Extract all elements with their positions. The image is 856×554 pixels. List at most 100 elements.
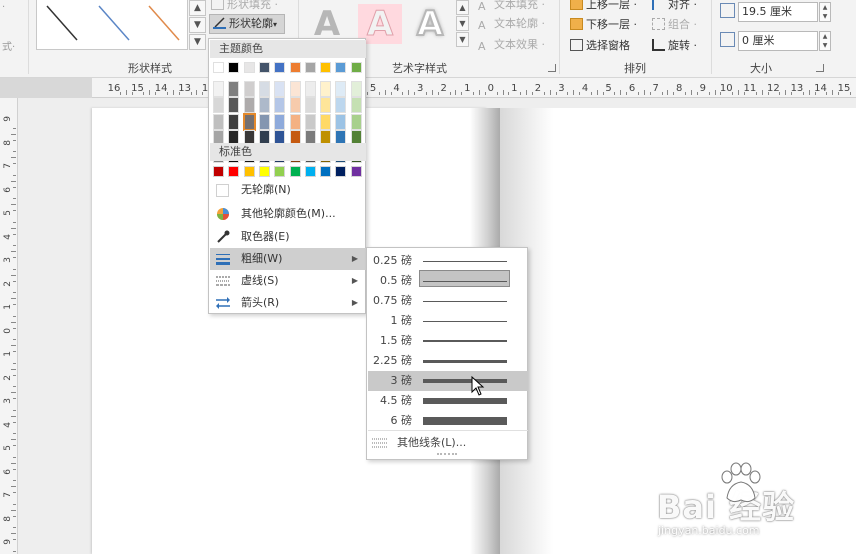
ruler-minor-tick <box>11 227 16 229</box>
standard-color-swatch[interactable] <box>335 166 347 177</box>
shape-fill-button[interactable]: 形状填充 · <box>211 0 278 14</box>
ruler-minor-tick <box>479 90 481 95</box>
theme-color-swatch[interactable] <box>213 80 224 97</box>
theme-color-swatch[interactable] <box>304 80 316 97</box>
theme-color-swatch[interactable] <box>243 80 255 97</box>
standard-color-swatch[interactable] <box>289 166 301 177</box>
weight-option[interactable]: 1 磅 <box>368 311 528 331</box>
standard-color-swatch[interactable] <box>274 166 286 177</box>
theme-color-swatch[interactable] <box>304 113 316 130</box>
theme-color-swatch[interactable] <box>213 113 224 130</box>
theme-color-swatch[interactable] <box>228 113 240 130</box>
standard-color-swatch[interactable] <box>258 166 270 177</box>
theme-color-swatch[interactable] <box>335 62 347 73</box>
theme-color-swatch[interactable] <box>335 97 347 113</box>
bring-forward-button[interactable]: 上移一层 · <box>570 0 637 14</box>
standard-color-swatch[interactable] <box>213 166 224 177</box>
eyedropper-item[interactable]: 取色器(E) <box>210 226 366 248</box>
theme-color-swatch[interactable] <box>243 97 255 113</box>
theme-color-swatch[interactable] <box>289 62 301 73</box>
theme-color-swatch[interactable] <box>258 80 270 97</box>
wordart-expand-button[interactable]: ▼ <box>456 32 469 47</box>
height-spinner[interactable]: ▲ ▼ <box>819 2 831 22</box>
more-outline-colors-item[interactable]: 其他轮廓颜色(M)... <box>210 203 366 225</box>
no-outline-item[interactable]: 无轮廓(N) <box>210 179 366 201</box>
resize-grip[interactable] <box>437 453 457 456</box>
shape-width-input[interactable]: 0 厘米 <box>738 31 818 51</box>
wordart-dialog-launcher[interactable] <box>548 64 556 72</box>
width-spinner[interactable]: ▲ ▼ <box>819 31 831 51</box>
dashes-item[interactable]: 虚线(S) ▶ <box>210 270 366 292</box>
gallery-scroll-up-button[interactable]: ▲ <box>189 0 206 16</box>
align-button[interactable]: 对齐 · <box>652 0 697 14</box>
theme-color-swatch[interactable] <box>350 80 362 97</box>
rotate-button[interactable]: 旋转 · <box>652 37 697 55</box>
theme-color-swatch[interactable] <box>289 97 301 113</box>
standard-color-swatch[interactable] <box>350 166 362 177</box>
theme-color-swatch[interactable] <box>320 62 332 73</box>
theme-color-swatch[interactable] <box>335 113 347 130</box>
shape-outline-button[interactable]: 形状轮廓▾ <box>209 14 285 34</box>
ruler-minor-tick <box>11 180 16 182</box>
horizontal-ruler[interactable]: 1615141312111098765432101234567891011121… <box>92 78 856 98</box>
standard-color-swatch[interactable] <box>304 166 316 177</box>
standard-color-swatch[interactable] <box>320 166 332 177</box>
gallery-scroll-down-button[interactable]: ▼ <box>189 17 206 33</box>
wordart-scroll-down-button[interactable]: ▼ <box>456 16 469 31</box>
theme-color-swatch[interactable] <box>213 97 224 113</box>
theme-color-swatch[interactable] <box>274 113 286 130</box>
size-dialog-launcher[interactable] <box>816 64 824 72</box>
line-style-preview-blue[interactable] <box>98 5 130 41</box>
standard-color-swatch[interactable] <box>243 166 255 177</box>
theme-color-swatch[interactable] <box>242 112 256 131</box>
theme-color-swatch[interactable] <box>258 62 270 73</box>
theme-color-swatch[interactable] <box>213 62 224 73</box>
theme-color-swatch[interactable] <box>258 113 270 130</box>
arrows-item[interactable]: 箭头(R) ▶ <box>210 292 366 314</box>
theme-color-swatch[interactable] <box>304 97 316 113</box>
text-fill-button[interactable]: A 文本填充 · <box>478 0 545 14</box>
theme-color-swatch[interactable] <box>320 80 332 97</box>
weight-option[interactable]: 6 磅 <box>368 411 528 431</box>
weight-item[interactable]: 粗细(W) ▶ <box>210 248 366 270</box>
weight-option[interactable]: 0.5 磅 <box>368 271 528 291</box>
theme-color-swatch[interactable] <box>350 97 362 113</box>
shape-style-gallery[interactable] <box>36 0 188 50</box>
gallery-expand-button[interactable]: ▼ <box>189 34 206 50</box>
theme-color-swatch[interactable] <box>228 97 240 113</box>
theme-color-swatch[interactable] <box>243 62 255 73</box>
theme-color-swatch[interactable] <box>274 62 286 73</box>
weight-option[interactable]: 3 磅 <box>368 371 528 391</box>
wordart-style-3[interactable]: A <box>408 3 452 45</box>
weight-option[interactable]: 4.5 磅 <box>368 391 528 411</box>
text-outline-button[interactable]: A 文本轮廓 · <box>478 15 545 33</box>
selection-pane-button[interactable]: 选择窗格 <box>570 37 630 55</box>
shape-height-input[interactable]: 19.5 厘米 <box>738 2 818 22</box>
theme-color-swatch[interactable] <box>274 97 286 113</box>
weight-option[interactable]: 2.25 磅 <box>368 351 528 371</box>
line-style-preview-black[interactable] <box>46 5 78 41</box>
line-style-preview-orange[interactable] <box>148 5 180 41</box>
theme-color-swatch[interactable] <box>335 80 347 97</box>
more-lines-item[interactable]: 其他线条(L)... <box>368 434 528 452</box>
theme-color-swatch[interactable] <box>228 80 240 97</box>
theme-color-swatch[interactable] <box>350 113 362 130</box>
theme-color-swatch[interactable] <box>228 62 240 73</box>
weight-option[interactable]: 1.5 磅 <box>368 331 528 351</box>
vertical-ruler[interactable]: 9 8 7 6 5 4 3 2 1 0 1 2 3 4 5 6 7 8 9 <box>0 98 18 554</box>
text-effects-button[interactable]: A 文本效果 · <box>478 36 545 54</box>
theme-color-swatch[interactable] <box>320 97 332 113</box>
theme-color-swatch[interactable] <box>320 113 332 130</box>
theme-color-swatch[interactable] <box>289 80 301 97</box>
weight-option[interactable]: 0.75 磅 <box>368 291 528 311</box>
group-button[interactable]: 组合 · <box>652 16 697 34</box>
theme-color-swatch[interactable] <box>258 97 270 113</box>
standard-color-swatch[interactable] <box>228 166 240 177</box>
theme-color-swatch[interactable] <box>304 62 316 73</box>
weight-option[interactable]: 0.25 磅 <box>368 251 528 271</box>
theme-color-swatch[interactable] <box>289 113 301 130</box>
theme-color-swatch[interactable] <box>274 80 286 97</box>
wordart-scroll-up-button[interactable]: ▲ <box>456 0 469 15</box>
theme-color-swatch[interactable] <box>350 62 362 73</box>
send-backward-button[interactable]: 下移一层 · <box>570 16 637 34</box>
